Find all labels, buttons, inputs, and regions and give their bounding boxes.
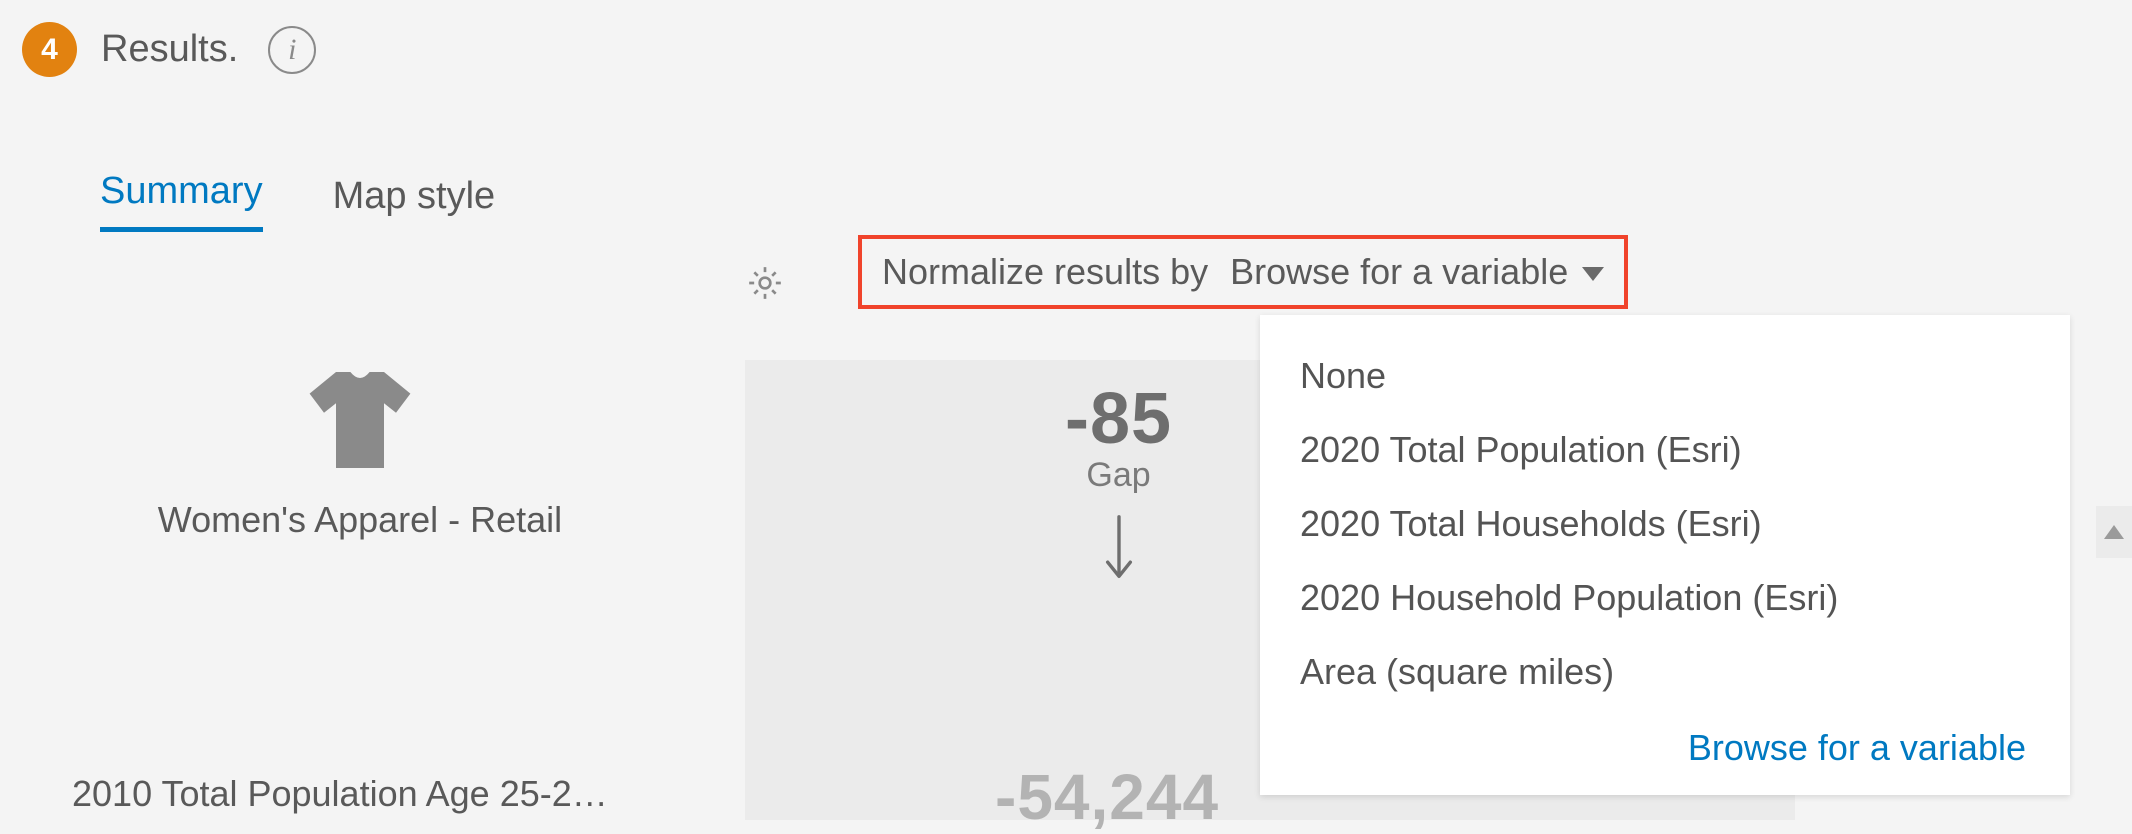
step-title: Results.: [101, 28, 238, 71]
normalize-selected: Browse for a variable: [1230, 251, 1568, 293]
chevron-down-icon: [1582, 267, 1604, 281]
dropdown-item-none[interactable]: None: [1294, 339, 2050, 413]
tab-map-style[interactable]: Map style: [333, 175, 496, 232]
gap-value: -85: [1065, 378, 1172, 460]
gap-label: Gap: [1086, 456, 1150, 495]
arrow-down-icon: [1102, 513, 1136, 592]
scroll-up-button[interactable]: [2096, 506, 2132, 558]
normalize-label: Normalize results by: [882, 251, 1208, 293]
stat-partial-value: -54,244: [995, 760, 1219, 834]
dropdown-item-area[interactable]: Area (square miles): [1294, 635, 2050, 709]
gap-stat: -85 Gap: [1065, 378, 1172, 592]
tshirt-icon: [295, 360, 425, 489]
step-number-badge: 4: [22, 22, 77, 77]
dropdown-browse-link[interactable]: Browse for a variable: [1294, 709, 2050, 769]
step-number: 4: [41, 33, 58, 67]
dropdown-item-hhpop[interactable]: 2020 Household Population (Esri): [1294, 561, 2050, 635]
settings-gear-icon[interactable]: [742, 260, 788, 306]
category-label: Women's Apparel - Retail: [158, 499, 562, 541]
dropdown-item-totpop[interactable]: 2020 Total Population (Esri): [1294, 413, 2050, 487]
tab-summary[interactable]: Summary: [100, 170, 263, 232]
info-icon[interactable]: i: [268, 26, 316, 74]
dropdown-item-tothouse[interactable]: 2020 Total Households (Esri): [1294, 487, 2050, 561]
results-tabs: Summary Map style: [100, 170, 495, 232]
category-block: Women's Apparel - Retail: [100, 360, 620, 541]
secondary-variable-label: 2010 Total Population Age 25-2…: [72, 773, 608, 815]
chevron-up-icon: [2104, 525, 2124, 539]
normalize-dropdown-menu: None 2020 Total Population (Esri) 2020 T…: [1260, 315, 2070, 795]
step-header: 4 Results. i: [22, 22, 316, 77]
normalize-bar: Normalize results by Browse for a variab…: [858, 235, 1628, 309]
normalize-dropdown-trigger[interactable]: Browse for a variable: [1230, 251, 1604, 293]
